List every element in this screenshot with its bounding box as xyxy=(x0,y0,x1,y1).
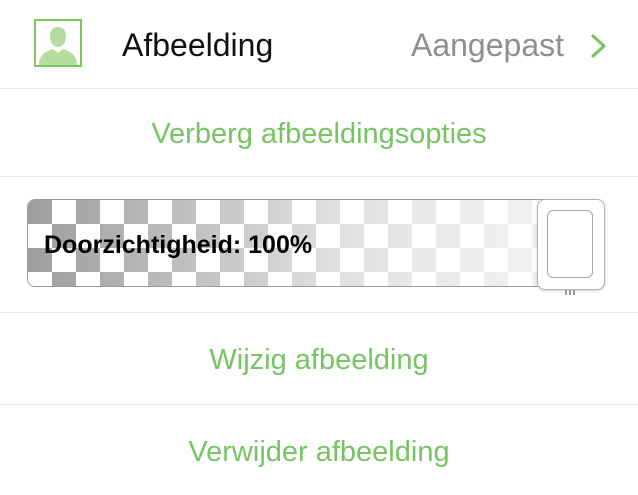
person-silhouette-icon xyxy=(34,19,82,67)
divider xyxy=(0,88,638,89)
grip-top-icon xyxy=(565,202,577,215)
chevron-right-icon xyxy=(591,34,606,58)
divider xyxy=(0,312,638,313)
divider xyxy=(0,176,638,177)
image-setting-value: Aangepast xyxy=(410,27,564,63)
hide-image-options-button[interactable]: Verberg afbeeldingsopties xyxy=(0,116,638,152)
opacity-thumb-preview xyxy=(547,210,593,278)
remove-image-button[interactable]: Verwijder afbeelding xyxy=(0,434,638,470)
opacity-label: Doorzichtigheid: 100% xyxy=(44,231,313,259)
opacity-slider-thumb[interactable] xyxy=(537,199,605,295)
image-setting-row[interactable]: Afbeelding Aangepast xyxy=(0,0,638,88)
change-image-button[interactable]: Wijzig afbeelding xyxy=(0,342,638,378)
grip-bottom-icon xyxy=(565,282,577,295)
image-setting-title: Afbeelding xyxy=(122,27,274,63)
divider xyxy=(0,404,638,405)
